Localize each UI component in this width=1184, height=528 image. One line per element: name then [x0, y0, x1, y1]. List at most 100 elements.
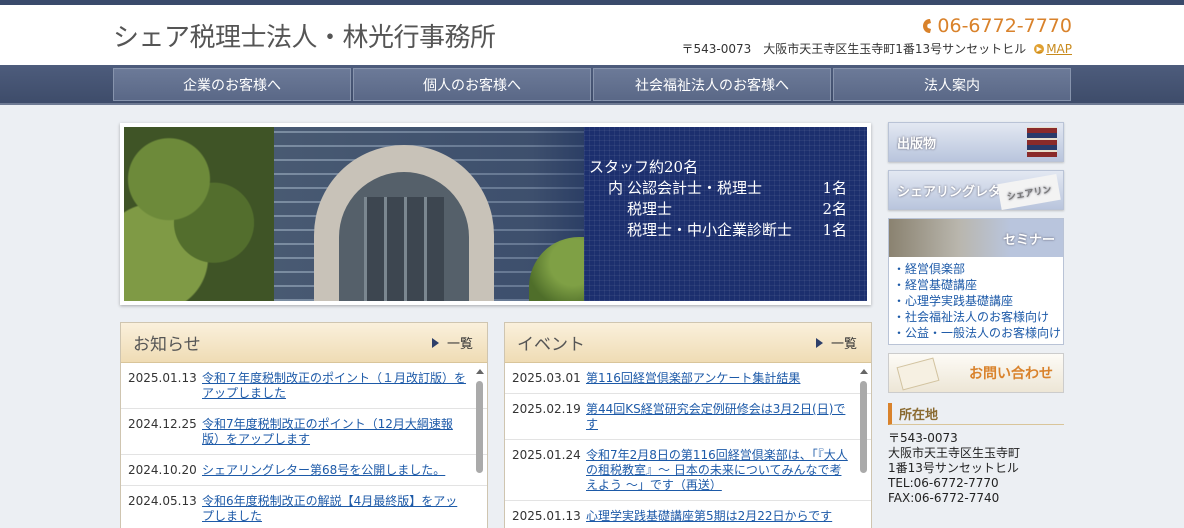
nav-item-social-welfare[interactable]: 社会福祉法人のお客様へ	[593, 68, 831, 101]
seminar-label: セミナー	[1002, 232, 1055, 248]
events-more-label: 一覧	[830, 337, 857, 352]
envelope-icon	[896, 357, 940, 391]
list-item: 2025.03.01 第116回経営倶楽部アンケート集計結果	[505, 363, 871, 394]
location-heading: 所在地	[888, 403, 1064, 425]
site-logo[interactable]: シェア税理士法人・林光行事務所	[113, 17, 496, 54]
events-list: 2025.03.01 第116回経営倶楽部アンケート集計結果 2025.02.1…	[505, 363, 871, 528]
news-box: お知らせ 一覧 2025.01.13 令和７年度税制改正のポイント（１月改訂版）…	[120, 322, 488, 528]
events-more-link[interactable]: 一覧	[815, 333, 857, 352]
seminar-link[interactable]: ・心理学実践基礎講座	[893, 294, 1013, 308]
news-link[interactable]: 令和７年度税制改正のポイント（１月改訂版）をアップしました	[202, 371, 467, 401]
event-date: 2025.01.24	[512, 448, 581, 462]
location-line: 〒543-0073	[888, 431, 958, 445]
contact-button[interactable]: お問い合わせ	[888, 353, 1064, 393]
hero-door	[364, 197, 444, 301]
letter-image: シェアリン	[997, 173, 1061, 211]
list-item: 2025.02.19 第44回KS経営研究会定例研修会は3月2日(日)です	[505, 394, 871, 440]
staff-prefix	[589, 220, 627, 241]
location-line: 大阪市天王寺区生玉寺町	[888, 446, 1021, 460]
list-item: 2024.10.20 シェアリングレター第68号を公開しました。	[121, 455, 487, 486]
events-box: イベント 一覧 2025.03.01 第116回経営倶楽部アンケート集計結果 2…	[504, 322, 872, 528]
news-more-link[interactable]: 一覧	[431, 333, 473, 352]
publications-label: 出版物	[897, 136, 937, 152]
scroll-up-icon[interactable]	[860, 369, 868, 374]
scroll-thumb[interactable]	[476, 381, 483, 473]
events-header: イベント 一覧	[505, 323, 871, 363]
news-link[interactable]: シェアリングレター第68号を公開しました。	[202, 463, 445, 478]
staff-prefix	[589, 199, 627, 220]
news-link[interactable]: 令和7年度税制改正のポイント（12月大綱速報版）をアップします	[202, 417, 467, 447]
staff-row: 税理士・中小企業診断士 1名	[589, 220, 847, 241]
phone-number[interactable]: 06-6772-7770	[921, 15, 1072, 37]
seminar-link[interactable]: ・社会福祉法人のお客様向け	[893, 310, 1049, 324]
staff-role: 税理士	[627, 200, 673, 218]
news-date: 2024.10.20	[128, 463, 197, 477]
list-item: 2024.12.25 令和7年度税制改正のポイント（12月大綱速報版）をアップし…	[121, 409, 487, 455]
seminar-links: ・経営倶楽部 ・経営基礎講座 ・心理学実践基礎講座 ・社会福祉法人のお客様向け …	[889, 257, 1063, 344]
event-date: 2025.01.13	[512, 509, 581, 523]
list-item: 2025.01.13 令和７年度税制改正のポイント（１月改訂版）をアップしました	[121, 363, 487, 409]
nav-item-about[interactable]: 法人案内	[833, 68, 1071, 101]
list-item: 2025.01.13 心理学実践基礎講座第5期は2月22日からです	[505, 501, 871, 528]
contact-label: お問い合わせ	[969, 366, 1053, 382]
news-date: 2024.05.13	[128, 494, 197, 508]
header-address: 〒543-0073 大阪市天王寺区生玉寺町1番13号サンセットヒル ▶ MAP	[682, 40, 1073, 57]
publications-banner[interactable]: 出版物	[888, 122, 1064, 162]
hero-banner: スタッフ約20名 内 公認会計士・税理士 1名 税理士 2名 税理士・中小企業診…	[120, 123, 871, 305]
event-link[interactable]: 令和7年2月8日の第116回経営倶楽部は、「『大人の租税教室』～ 日本の未来につ…	[586, 448, 851, 493]
letter-banner[interactable]: シェアリングレター シェアリン	[888, 170, 1064, 211]
news-list: 2025.01.13 令和７年度税制改正のポイント（１月改訂版）をアップしました…	[121, 363, 487, 528]
seminar-link[interactable]: ・経営基礎講座	[893, 278, 977, 292]
nav-item-individual[interactable]: 個人のお客様へ	[353, 68, 591, 101]
staff-role: 税理士・中小企業診断士	[627, 221, 793, 239]
map-label: MAP	[1046, 41, 1072, 56]
map-link[interactable]: ▶ MAP	[1034, 42, 1072, 56]
news-link[interactable]: 令和6年度税制改正の解説【4月最終版】をアップしました	[202, 494, 467, 524]
staff-info: スタッフ約20名 内 公認会計士・税理士 1名 税理士 2名 税理士・中小企業診…	[589, 157, 847, 241]
hero-image: スタッフ約20名 内 公認会計士・税理士 1名 税理士 2名 税理士・中小企業診…	[124, 127, 867, 301]
location-body: 〒543-0073 大阪市天王寺区生玉寺町 1番13号サンセットヒル TEL:0…	[888, 431, 1064, 506]
staff-count: 1名	[822, 221, 847, 239]
list-item: ・社会福祉法人のお客様向け	[893, 309, 1059, 325]
nav-item-corporate[interactable]: 企業のお客様へ	[113, 68, 351, 101]
staff-role: 公認会計士・税理士	[627, 179, 763, 197]
hero-tree	[124, 127, 274, 301]
list-item: 2025.01.24 令和7年2月8日の第116回経営倶楽部は、「『大人の租税教…	[505, 440, 871, 501]
event-link[interactable]: 第44回KS経営研究会定例研修会は3月2日(日)です	[586, 402, 851, 432]
news-date: 2025.01.13	[128, 371, 197, 385]
seminar-header[interactable]: セミナー	[889, 219, 1063, 257]
books-icon	[1027, 127, 1057, 157]
list-item: ・経営倶楽部	[893, 261, 1059, 277]
staff-count: 2名	[822, 200, 847, 218]
list-item: ・公益・一般法人のお客様向け	[893, 325, 1061, 341]
list-item: ・経営基礎講座	[893, 277, 1059, 293]
address-text: 〒543-0073 大阪市天王寺区生玉寺町1番13号サンセットヒル	[681, 42, 1027, 56]
news-scrollbar[interactable]	[475, 369, 484, 528]
staff-row: 税理士 2名	[589, 199, 847, 220]
event-date: 2025.02.19	[512, 402, 581, 416]
news-more-label: 一覧	[446, 337, 473, 352]
seminar-link[interactable]: ・公益・一般法人のお客様向け	[893, 326, 1061, 340]
events-scrollbar[interactable]	[859, 369, 868, 528]
news-header: お知らせ 一覧	[121, 323, 487, 363]
phone-text: 06-6772-7770	[937, 15, 1072, 37]
event-link[interactable]: 心理学実践基礎講座第5期は2月22日からです	[586, 509, 832, 524]
events-title: イベント	[517, 335, 585, 355]
phone-icon	[923, 19, 932, 33]
seminar-panel: セミナー ・経営倶楽部 ・経営基礎講座 ・心理学実践基礎講座 ・社会福祉法人のお…	[888, 218, 1064, 345]
scroll-thumb[interactable]	[860, 381, 867, 473]
arrow-circle-icon: ▶	[1034, 43, 1045, 54]
triangle-right-icon	[431, 337, 439, 348]
site-header: シェア税理士法人・林光行事務所 06-6772-7770 〒543-0073 大…	[0, 5, 1184, 65]
staff-count: 1名	[822, 179, 847, 197]
event-link[interactable]: 第116回経営倶楽部アンケート集計結果	[586, 371, 800, 386]
scroll-up-icon[interactable]	[476, 369, 484, 374]
location-line: TEL:06-6772-7770	[888, 476, 999, 490]
location-line: FAX:06-6772-7740	[888, 491, 1000, 505]
triangle-right-icon	[815, 337, 823, 348]
staff-heading: スタッフ約20名	[589, 158, 699, 176]
location-line: 1番13号サンセットヒル	[888, 461, 1019, 475]
main-nav: 企業のお客様へ 個人のお客様へ 社会福祉法人のお客様へ 法人案内	[0, 65, 1184, 105]
seminar-link[interactable]: ・経営倶楽部	[893, 262, 965, 276]
sidebar: 出版物 シェアリングレター シェアリン セミナー ・経営倶楽部 ・経営基礎講座 …	[888, 122, 1064, 506]
